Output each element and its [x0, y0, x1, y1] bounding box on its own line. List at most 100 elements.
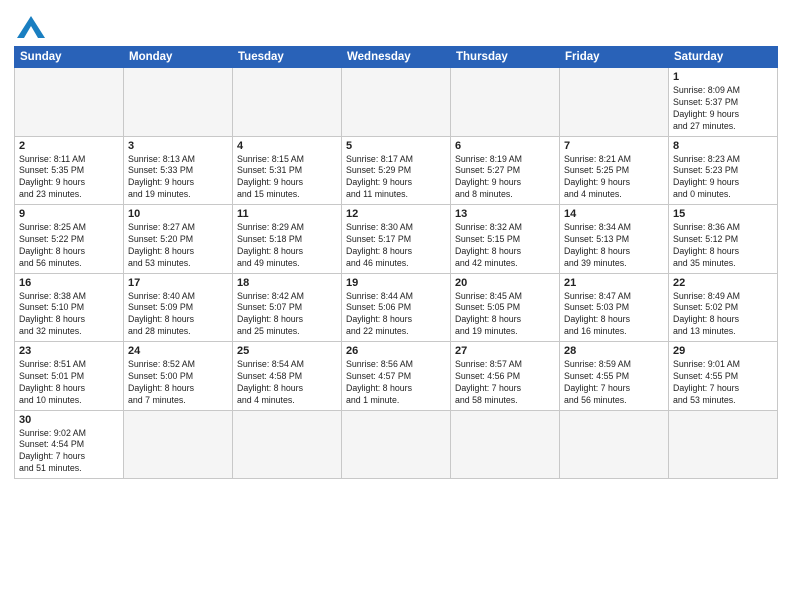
weekday-saturday: Saturday	[669, 47, 778, 68]
calendar-cell: 28 Sunrise: 8:59 AM Sunset: 4:55 PM Dayli…	[560, 342, 669, 411]
weekday-sunday: Sunday	[15, 47, 124, 68]
day-info: Sunrise: 8:47 AM Sunset: 5:03 PM Dayligh…	[564, 291, 664, 339]
weekday-header-row: SundayMondayTuesdayWednesdayThursdayFrid…	[15, 47, 778, 68]
day-info: Sunrise: 8:44 AM Sunset: 5:06 PM Dayligh…	[346, 291, 446, 339]
calendar-cell	[560, 410, 669, 479]
day-info: Sunrise: 8:45 AM Sunset: 5:05 PM Dayligh…	[455, 291, 555, 339]
calendar-week-5: 23 Sunrise: 8:51 AM Sunset: 5:01 PM Dayli…	[15, 342, 778, 411]
calendar-cell: 15Sunrise: 8:36 AM Sunset: 5:12 PM Dayli…	[669, 205, 778, 274]
day-number: 17	[128, 277, 228, 289]
calendar-cell: 3 Sunrise: 8:13 AM Sunset: 5:33 PM Daylig…	[124, 136, 233, 205]
day-info: Sunrise: 8:57 AM Sunset: 4:56 PM Dayligh…	[455, 359, 555, 407]
calendar-cell	[15, 68, 124, 137]
calendar-cell: 29 Sunrise: 9:01 AM Sunset: 4:55 PM Dayli…	[669, 342, 778, 411]
calendar-cell	[560, 68, 669, 137]
day-info: Sunrise: 8:29 AM Sunset: 5:18 PM Dayligh…	[237, 222, 337, 270]
day-number: 30	[19, 414, 119, 426]
calendar-cell: 17 Sunrise: 8:40 AM Sunset: 5:09 PM Dayli…	[124, 273, 233, 342]
day-info: Sunrise: 8:36 AM Sunset: 5:12 PM Dayligh…	[673, 222, 773, 270]
day-info: Sunrise: 8:42 AM Sunset: 5:07 PM Dayligh…	[237, 291, 337, 339]
calendar-cell	[124, 410, 233, 479]
weekday-thursday: Thursday	[451, 47, 560, 68]
day-number: 11	[237, 208, 337, 220]
day-number: 21	[564, 277, 664, 289]
day-number: 2	[19, 140, 119, 152]
calendar-cell	[124, 68, 233, 137]
day-info: Sunrise: 8:56 AM Sunset: 4:57 PM Dayligh…	[346, 359, 446, 407]
calendar-cell: 16 Sunrise: 8:38 AM Sunset: 5:10 PM Dayli…	[15, 273, 124, 342]
calendar-cell: 7Sunrise: 8:21 AM Sunset: 5:25 PM Daylig…	[560, 136, 669, 205]
calendar-cell	[233, 410, 342, 479]
calendar-cell: 22 Sunrise: 8:49 AM Sunset: 5:02 PM Dayli…	[669, 273, 778, 342]
day-info: Sunrise: 8:27 AM Sunset: 5:20 PM Dayligh…	[128, 222, 228, 270]
day-number: 16	[19, 277, 119, 289]
calendar-cell: 12 Sunrise: 8:30 AM Sunset: 5:17 PM Dayli…	[342, 205, 451, 274]
day-info: Sunrise: 9:01 AM Sunset: 4:55 PM Dayligh…	[673, 359, 773, 407]
day-number: 14	[564, 208, 664, 220]
logo	[14, 16, 45, 38]
calendar-cell: 21 Sunrise: 8:47 AM Sunset: 5:03 PM Dayli…	[560, 273, 669, 342]
day-info: Sunrise: 8:13 AM Sunset: 5:33 PM Dayligh…	[128, 154, 228, 202]
day-number: 29	[673, 345, 773, 357]
day-info: Sunrise: 8:11 AM Sunset: 5:35 PM Dayligh…	[19, 154, 119, 202]
day-number: 27	[455, 345, 555, 357]
day-number: 1	[673, 71, 773, 83]
calendar-cell: 24Sunrise: 8:52 AM Sunset: 5:00 PM Dayli…	[124, 342, 233, 411]
calendar-cell: 1 Sunrise: 8:09 AM Sunset: 5:37 PM Daylig…	[669, 68, 778, 137]
calendar-week-6: 30Sunrise: 9:02 AM Sunset: 4:54 PM Dayli…	[15, 410, 778, 479]
day-info: Sunrise: 8:54 AM Sunset: 4:58 PM Dayligh…	[237, 359, 337, 407]
calendar-cell: 14Sunrise: 8:34 AM Sunset: 5:13 PM Dayli…	[560, 205, 669, 274]
day-info: Sunrise: 8:30 AM Sunset: 5:17 PM Dayligh…	[346, 222, 446, 270]
calendar-cell: 6Sunrise: 8:19 AM Sunset: 5:27 PM Daylig…	[451, 136, 560, 205]
day-number: 22	[673, 277, 773, 289]
calendar-cell: 13 Sunrise: 8:32 AM Sunset: 5:15 PM Dayli…	[451, 205, 560, 274]
day-number: 8	[673, 140, 773, 152]
day-info: Sunrise: 8:32 AM Sunset: 5:15 PM Dayligh…	[455, 222, 555, 270]
day-info: Sunrise: 8:17 AM Sunset: 5:29 PM Dayligh…	[346, 154, 446, 202]
day-number: 5	[346, 140, 446, 152]
day-info: Sunrise: 8:49 AM Sunset: 5:02 PM Dayligh…	[673, 291, 773, 339]
calendar-cell	[451, 410, 560, 479]
calendar-cell: 30Sunrise: 9:02 AM Sunset: 4:54 PM Dayli…	[15, 410, 124, 479]
day-info: Sunrise: 8:23 AM Sunset: 5:23 PM Dayligh…	[673, 154, 773, 202]
day-number: 25	[237, 345, 337, 357]
calendar-cell	[451, 68, 560, 137]
calendar-cell: 19Sunrise: 8:44 AM Sunset: 5:06 PM Dayli…	[342, 273, 451, 342]
weekday-friday: Friday	[560, 47, 669, 68]
calendar-cell	[233, 68, 342, 137]
day-number: 13	[455, 208, 555, 220]
day-info: Sunrise: 8:59 AM Sunset: 4:55 PM Dayligh…	[564, 359, 664, 407]
weekday-monday: Monday	[124, 47, 233, 68]
day-number: 3	[128, 140, 228, 152]
weekday-tuesday: Tuesday	[233, 47, 342, 68]
calendar-cell: 27 Sunrise: 8:57 AM Sunset: 4:56 PM Dayli…	[451, 342, 560, 411]
day-number: 10	[128, 208, 228, 220]
day-info: Sunrise: 8:09 AM Sunset: 5:37 PM Dayligh…	[673, 85, 773, 133]
day-info: Sunrise: 8:40 AM Sunset: 5:09 PM Dayligh…	[128, 291, 228, 339]
day-number: 28	[564, 345, 664, 357]
calendar-cell: 20 Sunrise: 8:45 AM Sunset: 5:05 PM Dayli…	[451, 273, 560, 342]
day-number: 12	[346, 208, 446, 220]
page: SundayMondayTuesdayWednesdayThursdayFrid…	[0, 0, 792, 612]
day-number: 20	[455, 277, 555, 289]
day-number: 7	[564, 140, 664, 152]
calendar-cell: 8 Sunrise: 8:23 AM Sunset: 5:23 PM Daylig…	[669, 136, 778, 205]
calendar-cell	[342, 68, 451, 137]
weekday-wednesday: Wednesday	[342, 47, 451, 68]
day-number: 26	[346, 345, 446, 357]
day-info: Sunrise: 8:51 AM Sunset: 5:01 PM Dayligh…	[19, 359, 119, 407]
calendar-cell: 10 Sunrise: 8:27 AM Sunset: 5:20 PM Dayli…	[124, 205, 233, 274]
calendar-cell	[342, 410, 451, 479]
day-info: Sunrise: 8:19 AM Sunset: 5:27 PM Dayligh…	[455, 154, 555, 202]
header	[14, 10, 778, 38]
day-number: 9	[19, 208, 119, 220]
day-info: Sunrise: 8:25 AM Sunset: 5:22 PM Dayligh…	[19, 222, 119, 270]
logo-icon	[17, 16, 45, 38]
calendar-week-3: 9 Sunrise: 8:25 AM Sunset: 5:22 PM Daylig…	[15, 205, 778, 274]
day-number: 23	[19, 345, 119, 357]
calendar-table: SundayMondayTuesdayWednesdayThursdayFrid…	[14, 46, 778, 479]
day-number: 4	[237, 140, 337, 152]
day-info: Sunrise: 8:52 AM Sunset: 5:00 PM Dayligh…	[128, 359, 228, 407]
day-info: Sunrise: 8:38 AM Sunset: 5:10 PM Dayligh…	[19, 291, 119, 339]
calendar-cell	[669, 410, 778, 479]
